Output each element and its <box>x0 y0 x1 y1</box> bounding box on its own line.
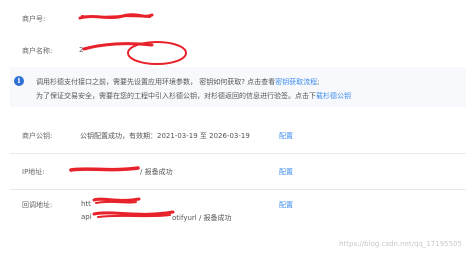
callback-url-line-2-prefix: api <box>81 213 92 221</box>
callback-url-line-1: htt <box>81 200 91 208</box>
ip-address-config-link[interactable]: 配置 <box>279 167 293 177</box>
watermark: https://blog.csdn.net/qq_17195505 <box>339 240 462 248</box>
notice-line-1-text: 调用杉德支付接口之前，需要先设置应用环境参数， 密钥如何获取? 点击查看 <box>36 78 276 86</box>
ip-address-status: / 报备成功 <box>140 168 173 176</box>
merchant-name-label: 商户名称: <box>22 47 53 55</box>
divider <box>10 153 466 154</box>
download-public-key-link[interactable]: 载杉德公钥 <box>316 92 351 100</box>
redaction-merchant-id <box>78 13 154 20</box>
redaction-ip-address <box>69 166 140 172</box>
callback-url-line-2-suffix: otifyurl / 报备成功 <box>172 213 232 223</box>
redaction-callback-line-2 <box>92 210 175 218</box>
callback-config-link[interactable]: 配置 <box>279 200 293 210</box>
public-key-config-link[interactable]: 配置 <box>279 131 293 141</box>
public-key-label: 商户公钥: <box>22 132 53 140</box>
notice-line-2-text: 为了保证交易安全，需要在您的工程中引入杉德公钥，对杉德返回的信息进行验签。点击下 <box>36 92 316 100</box>
info-icon: i <box>14 76 24 86</box>
key-guide-link[interactable]: 密钥获取流程 <box>275 78 317 86</box>
redaction-merchant-name <box>82 41 187 65</box>
ip-address-label: IP地址: <box>22 168 45 176</box>
divider <box>10 189 466 190</box>
callback-status: / 报备成功 <box>198 214 232 222</box>
callback-notify-path: otifyurl <box>172 214 197 222</box>
notice-box <box>10 67 466 107</box>
notice-line-2: 为了保证交易安全，需要在您的工程中引入杉德公钥，对杉德返回的信息进行验签。点击下… <box>36 91 351 101</box>
merchant-id-label: 商户号: <box>22 15 46 23</box>
callback-label: 回调地址: <box>22 201 53 209</box>
notice-line-1-tail: ; <box>317 78 320 86</box>
public-key-status: 公钥配置成功，有效期：2021-03-19 至 2026-03-19 <box>80 132 250 140</box>
notice-line-1: 调用杉德支付接口之前，需要先设置应用环境参数， 密钥如何获取? 点击查看密钥获取… <box>36 77 320 87</box>
